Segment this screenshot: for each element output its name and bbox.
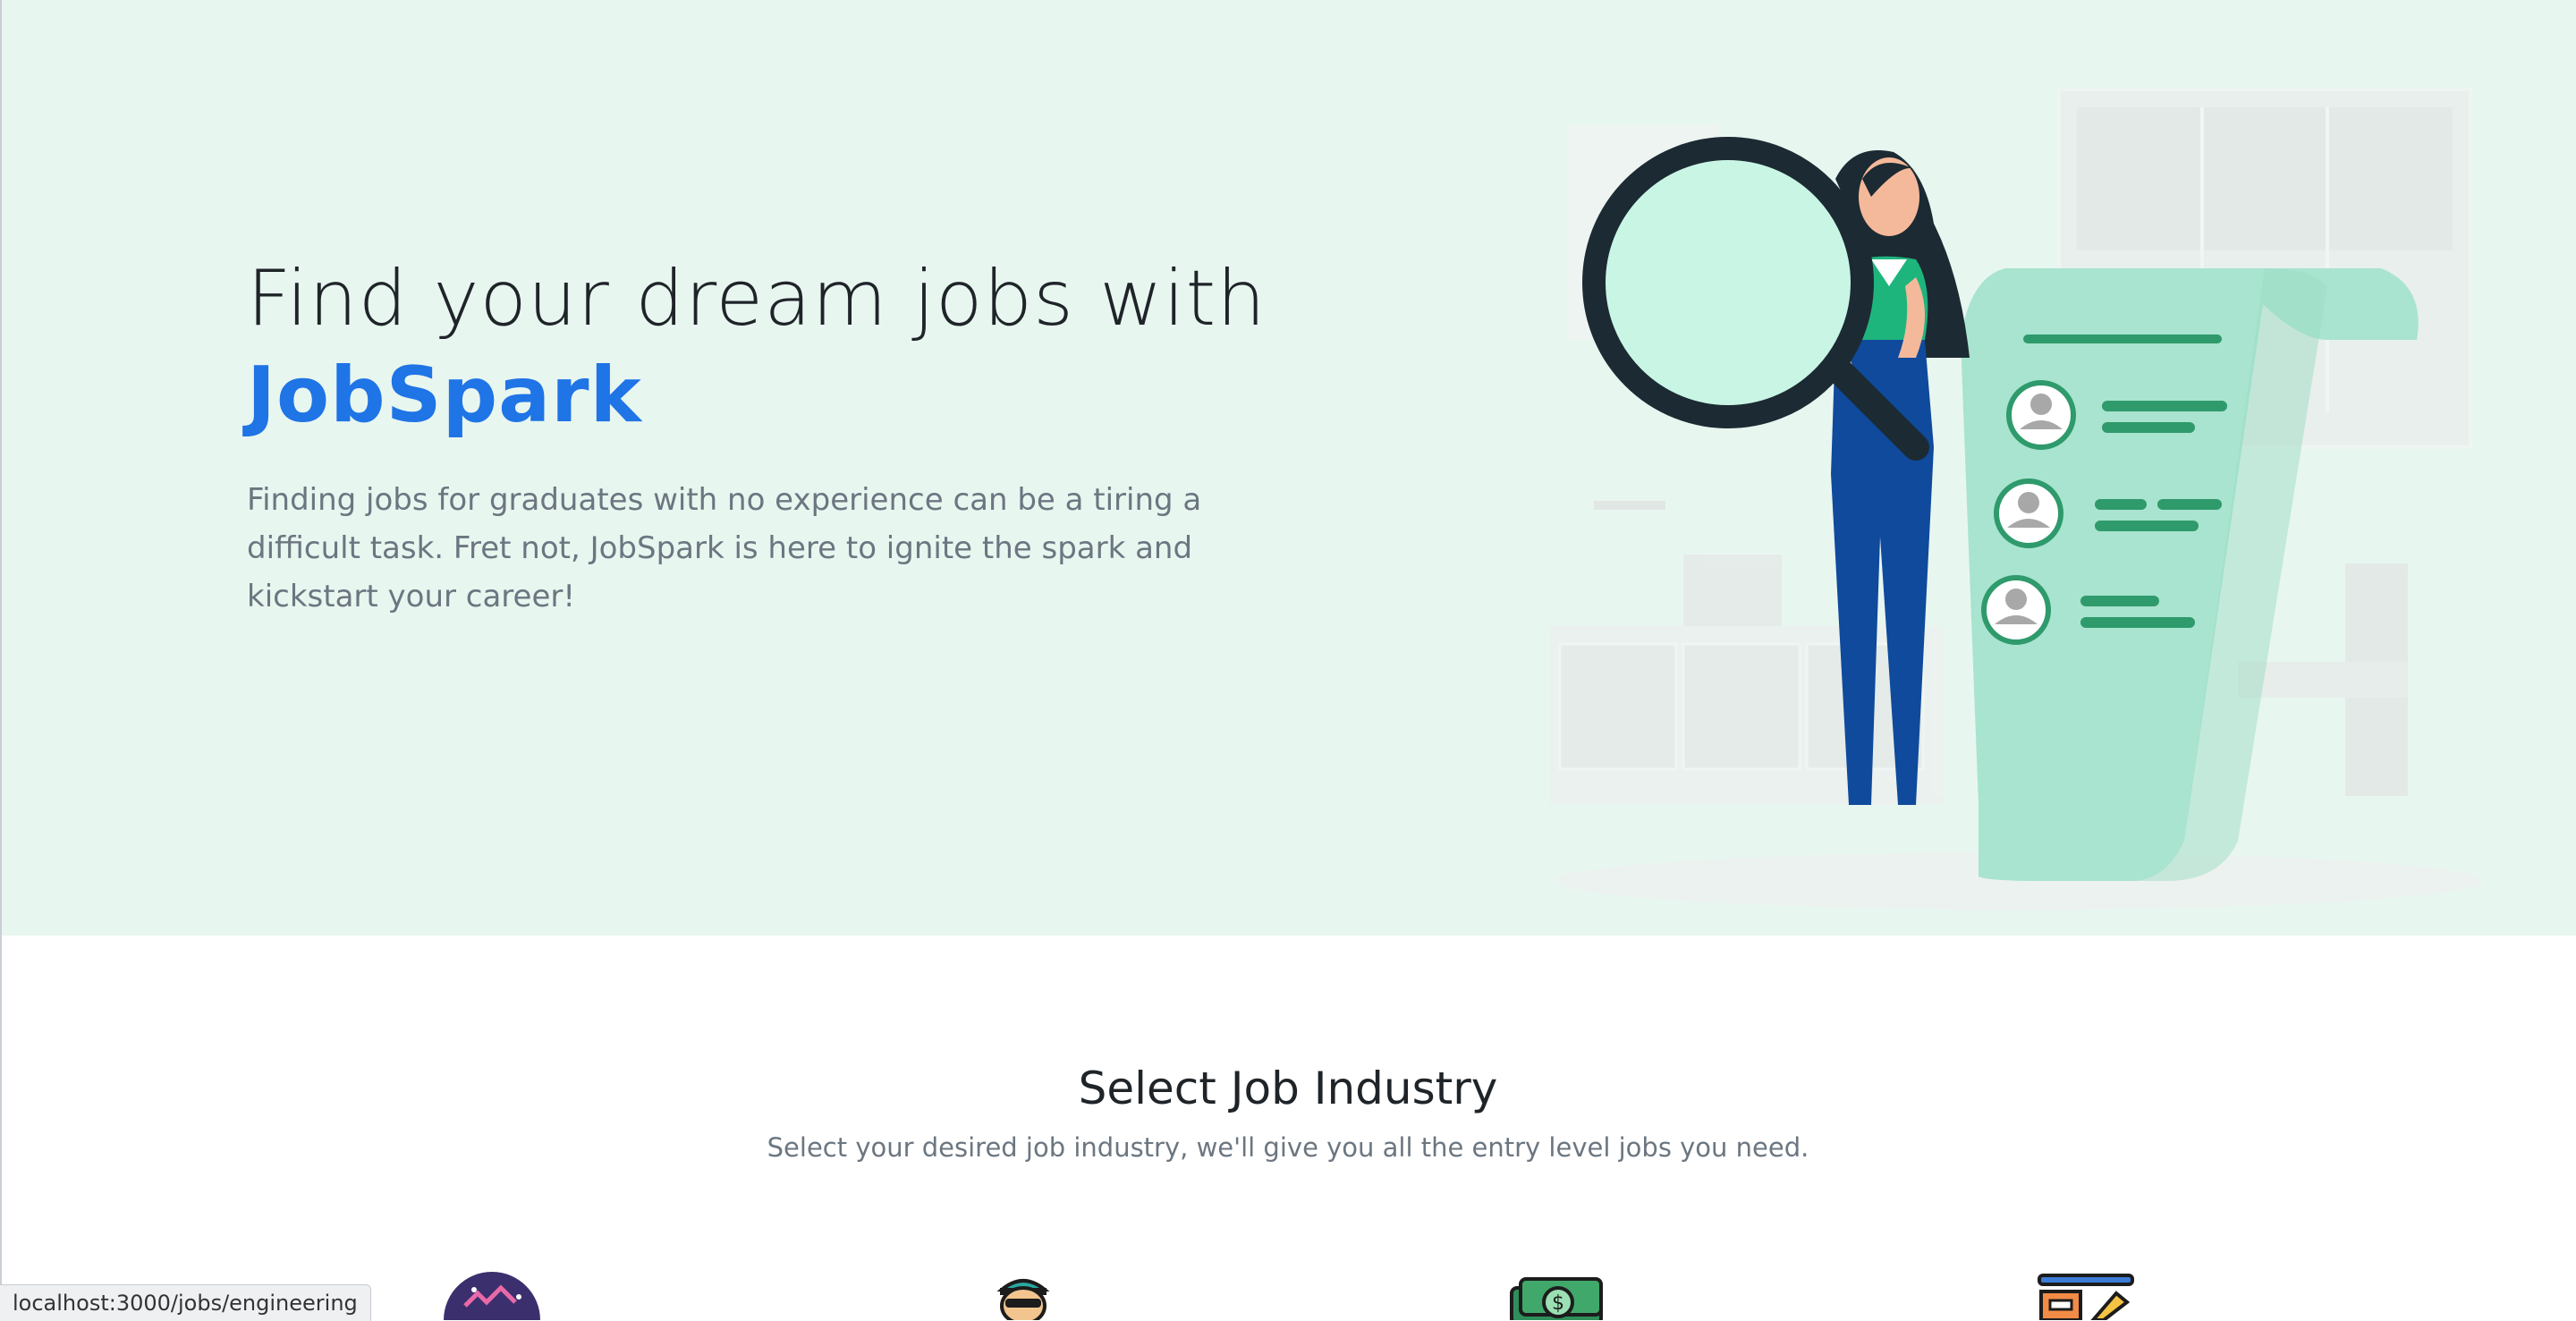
svg-text:$: $ [1552, 1292, 1564, 1315]
hero-illustration [1549, 88, 2484, 910]
person-with-cap-icon[interactable] [970, 1270, 1077, 1320]
industry-title: Select Job Industry [1078, 1063, 1498, 1114]
space-badge-icon[interactable] [438, 1270, 546, 1320]
hero-text: Find your dream jobs with JobSpark Findi… [247, 250, 1365, 621]
brand-name: JobSpark [247, 351, 642, 440]
hero-section: Find your dream jobs with JobSpark Findi… [2, 0, 2576, 936]
industry-subtitle: Select your desired job industry, we'll … [767, 1132, 1809, 1163]
hero-title-line: Find your dream jobs with [247, 254, 1267, 343]
hero-title: Find your dream jobs with JobSpark [247, 250, 1365, 444]
drafting-tools-icon[interactable] [2030, 1270, 2138, 1320]
money-bills-icon[interactable]: $ [1503, 1270, 1610, 1320]
hero-description: Finding jobs for graduates with no exper… [247, 482, 1202, 614]
status-bar-url: localhost:3000/jobs/engineering [0, 1284, 371, 1321]
industry-section: Select Job Industry Select your desired … [0, 936, 2576, 1320]
